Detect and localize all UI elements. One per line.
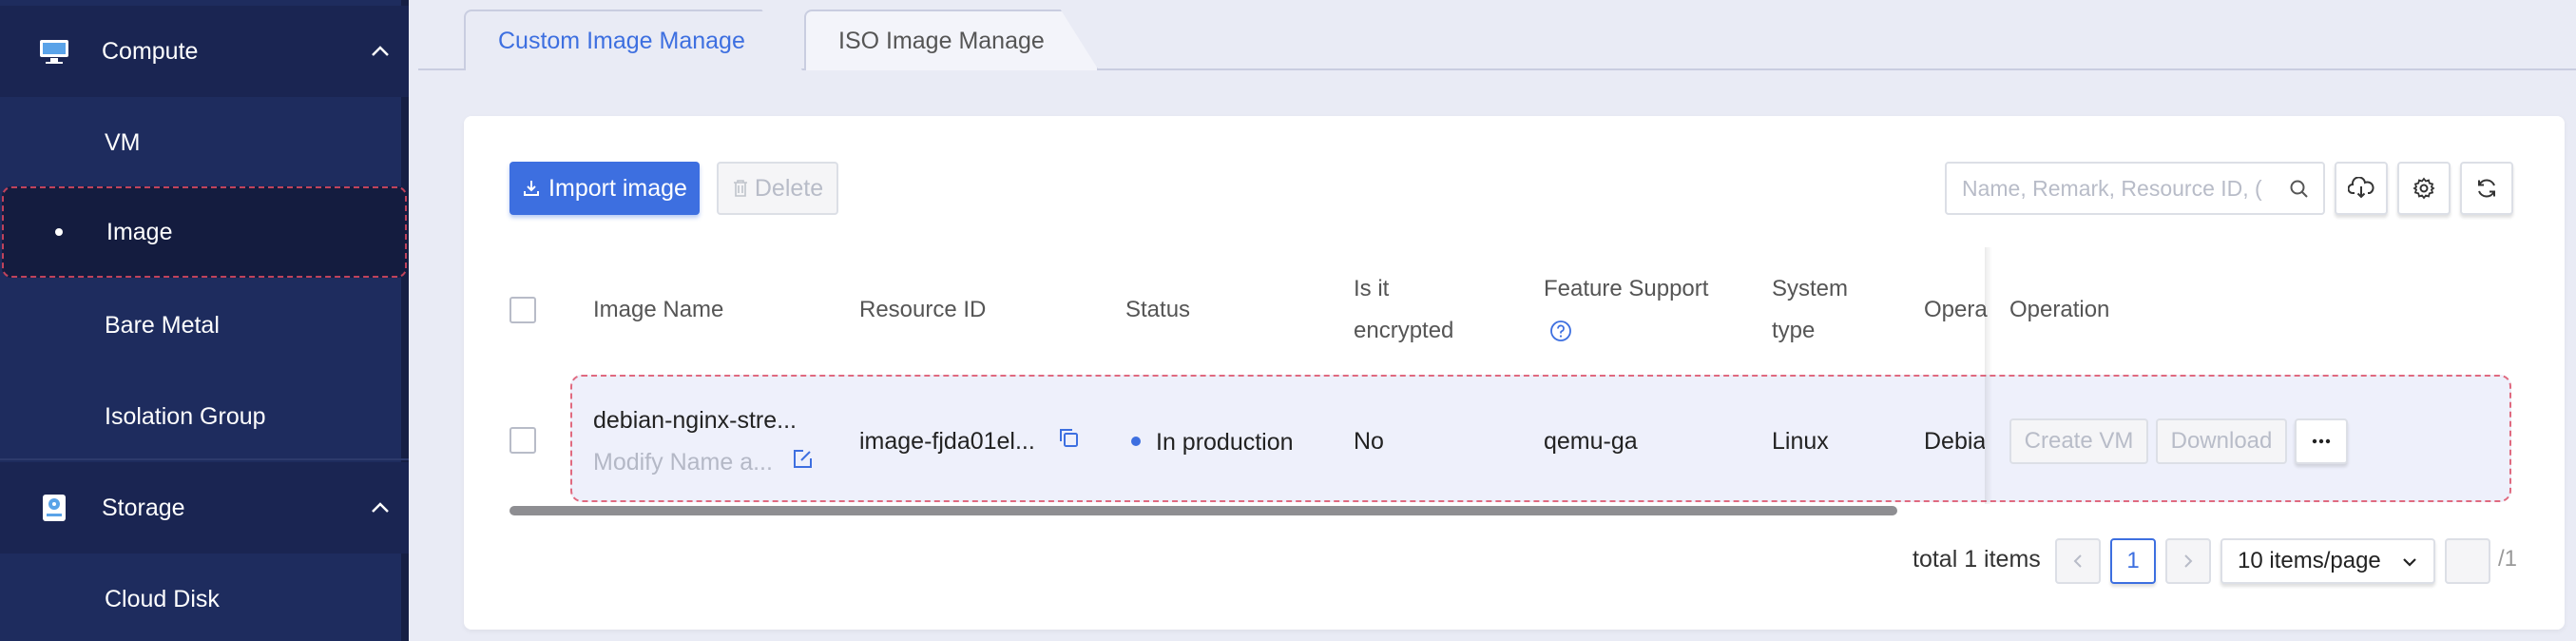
column-header-system-type[interactable]: System type (1772, 268, 1848, 352)
sidebar-item-label: VM (105, 128, 141, 156)
prev-page-button[interactable] (2055, 538, 2101, 584)
column-header-system-line2: type (1772, 318, 1816, 343)
system-type-value: Linux (1772, 428, 1829, 455)
operation-column (1990, 247, 2565, 504)
chevron-right-icon (2184, 554, 2193, 568)
trash-icon (733, 180, 747, 197)
column-header-system-line1: System (1772, 276, 1849, 301)
refresh-icon (2478, 179, 2495, 198)
status-value: In production (1156, 429, 1294, 456)
search-input[interactable] (1962, 175, 2276, 202)
sidebar-item-label: Cloud Disk (105, 585, 220, 612)
image-name-link[interactable]: debian-nginx-stre... (593, 407, 797, 435)
storage-icon (43, 495, 66, 521)
image-remark: Modify Name a... (593, 449, 773, 476)
delete-button[interactable]: Delete (717, 162, 838, 215)
delete-label: Delete (754, 174, 824, 202)
sidebar-group-compute[interactable]: Compute (0, 6, 409, 97)
column-header-operation: Operation (2009, 289, 2110, 331)
more-actions-button[interactable] (2295, 418, 2348, 464)
sidebar-item-isolation-group[interactable]: Isolation Group (0, 371, 401, 462)
more-icon (2312, 438, 2331, 444)
column-header-status[interactable]: Status (1125, 289, 1190, 331)
status-dot (1131, 437, 1141, 446)
settings-button[interactable] (2397, 162, 2451, 215)
sidebar-item-bare-metal[interactable]: Bare Metal (0, 280, 401, 371)
column-header-os[interactable]: Opera (1924, 289, 1988, 331)
column-header-image-name[interactable]: Image Name (593, 289, 723, 331)
edit-icon[interactable] (791, 448, 814, 471)
sidebar-group-label: Compute (102, 37, 199, 65)
sidebar: Compute VM Image Bare Metal Isolation Gr… (0, 0, 409, 641)
tab-label: Custom Image Manage (498, 27, 745, 54)
sidebar-group-storage[interactable]: Storage (0, 462, 409, 554)
page-size-select[interactable]: 10 items/page (2220, 538, 2435, 584)
search-box[interactable] (1945, 162, 2325, 215)
search-icon[interactable] (2289, 179, 2310, 200)
tab-label: ISO Image Manage (838, 27, 1045, 54)
tab-iso-image-manage[interactable]: ISO Image Manage (804, 10, 1099, 70)
cloud-download-button[interactable] (2335, 162, 2388, 215)
chevron-down-icon (2403, 558, 2416, 567)
resource-id-value: image-fjda01el... (859, 428, 1035, 455)
page-count: /1 (2498, 546, 2518, 572)
row-checkbox[interactable] (509, 427, 536, 454)
column-header-encrypted-line2: encrypted (1354, 318, 1454, 343)
import-image-button[interactable]: Import image (509, 162, 700, 215)
image-list-card: Import image Delete Name, Remark, Resour… (464, 116, 2565, 630)
feature-value: qemu-ga (1544, 428, 1638, 455)
refresh-button[interactable] (2460, 162, 2513, 215)
chevron-up-icon[interactable] (369, 40, 392, 63)
column-header-encrypted-line1: Is it (1354, 276, 1390, 301)
page-size-value: 10 items/page (2238, 548, 2381, 573)
page-jump-input[interactable] (2445, 538, 2490, 584)
cloud-download-icon (2348, 177, 2374, 199)
active-dot (55, 228, 63, 236)
sidebar-item-vm[interactable]: VM (0, 97, 401, 188)
copy-icon[interactable] (1057, 426, 1080, 449)
select-all-checkbox[interactable] (509, 297, 536, 323)
chevron-left-icon (2073, 554, 2082, 568)
sidebar-item-label: Image (106, 218, 173, 245)
sidebar-divider (0, 458, 409, 460)
chevron-up-icon[interactable] (369, 496, 392, 519)
import-image-label: Import image (548, 174, 687, 202)
encrypted-value: No (1354, 428, 1384, 455)
sidebar-item-image[interactable]: Image (2, 186, 407, 278)
help-icon[interactable] (1549, 320, 1572, 342)
create-vm-button[interactable]: Create VM (2009, 418, 2148, 464)
horizontal-scrollbar[interactable] (509, 506, 1897, 515)
column-header-encrypted[interactable]: Is it encrypted (1354, 268, 1453, 352)
monitor-icon (40, 40, 68, 64)
gear-icon (2413, 177, 2435, 200)
sidebar-item-label: Isolation Group (105, 402, 266, 430)
sidebar-group-label: Storage (102, 494, 185, 521)
column-header-feature-support[interactable]: Feature Support (1544, 268, 1708, 357)
download-button[interactable]: Download (2156, 418, 2287, 464)
column-header-feature-label: Feature Support (1544, 276, 1709, 301)
tab-custom-image-manage[interactable]: Custom Image Manage (464, 10, 802, 70)
sidebar-item-cloud-disk[interactable]: Cloud Disk (0, 554, 401, 641)
page-1-button[interactable]: 1 (2110, 538, 2156, 584)
os-value: Debia (1924, 428, 1985, 455)
column-header-resource-id[interactable]: Resource ID (859, 289, 986, 331)
download-icon (524, 181, 540, 196)
next-page-button[interactable] (2165, 538, 2211, 584)
total-count: total 1 items (1913, 546, 2041, 573)
sidebar-item-label: Bare Metal (105, 311, 220, 339)
